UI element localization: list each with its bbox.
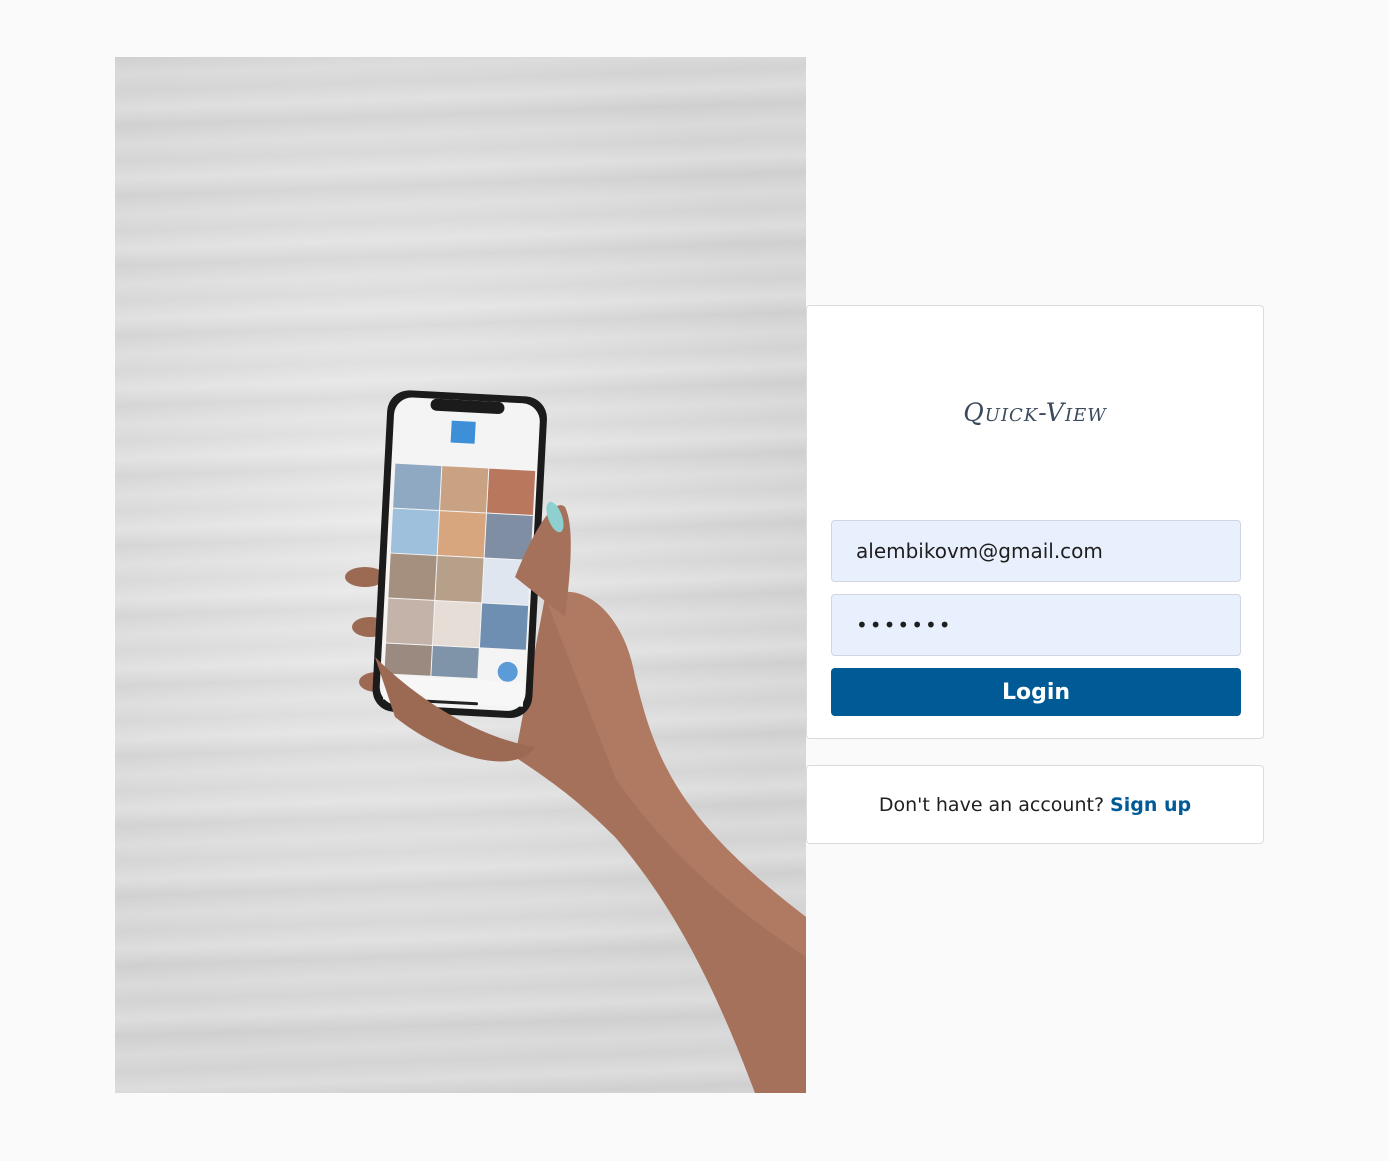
signup-prompt-text: Don't have an account? [878,793,1105,816]
phone-in-hand-illustration [345,390,806,1093]
email-field[interactable] [831,520,1241,582]
brand-logo: Quick-View [963,398,1107,427]
password-field[interactable] [831,594,1241,656]
login-button[interactable]: Login [831,668,1241,716]
hero-image [115,57,806,1093]
login-card: Quick-View Login [806,305,1264,739]
sign-up-link[interactable]: Sign up [1110,794,1191,816]
signup-card: Don't have an account? Sign up [806,765,1264,844]
